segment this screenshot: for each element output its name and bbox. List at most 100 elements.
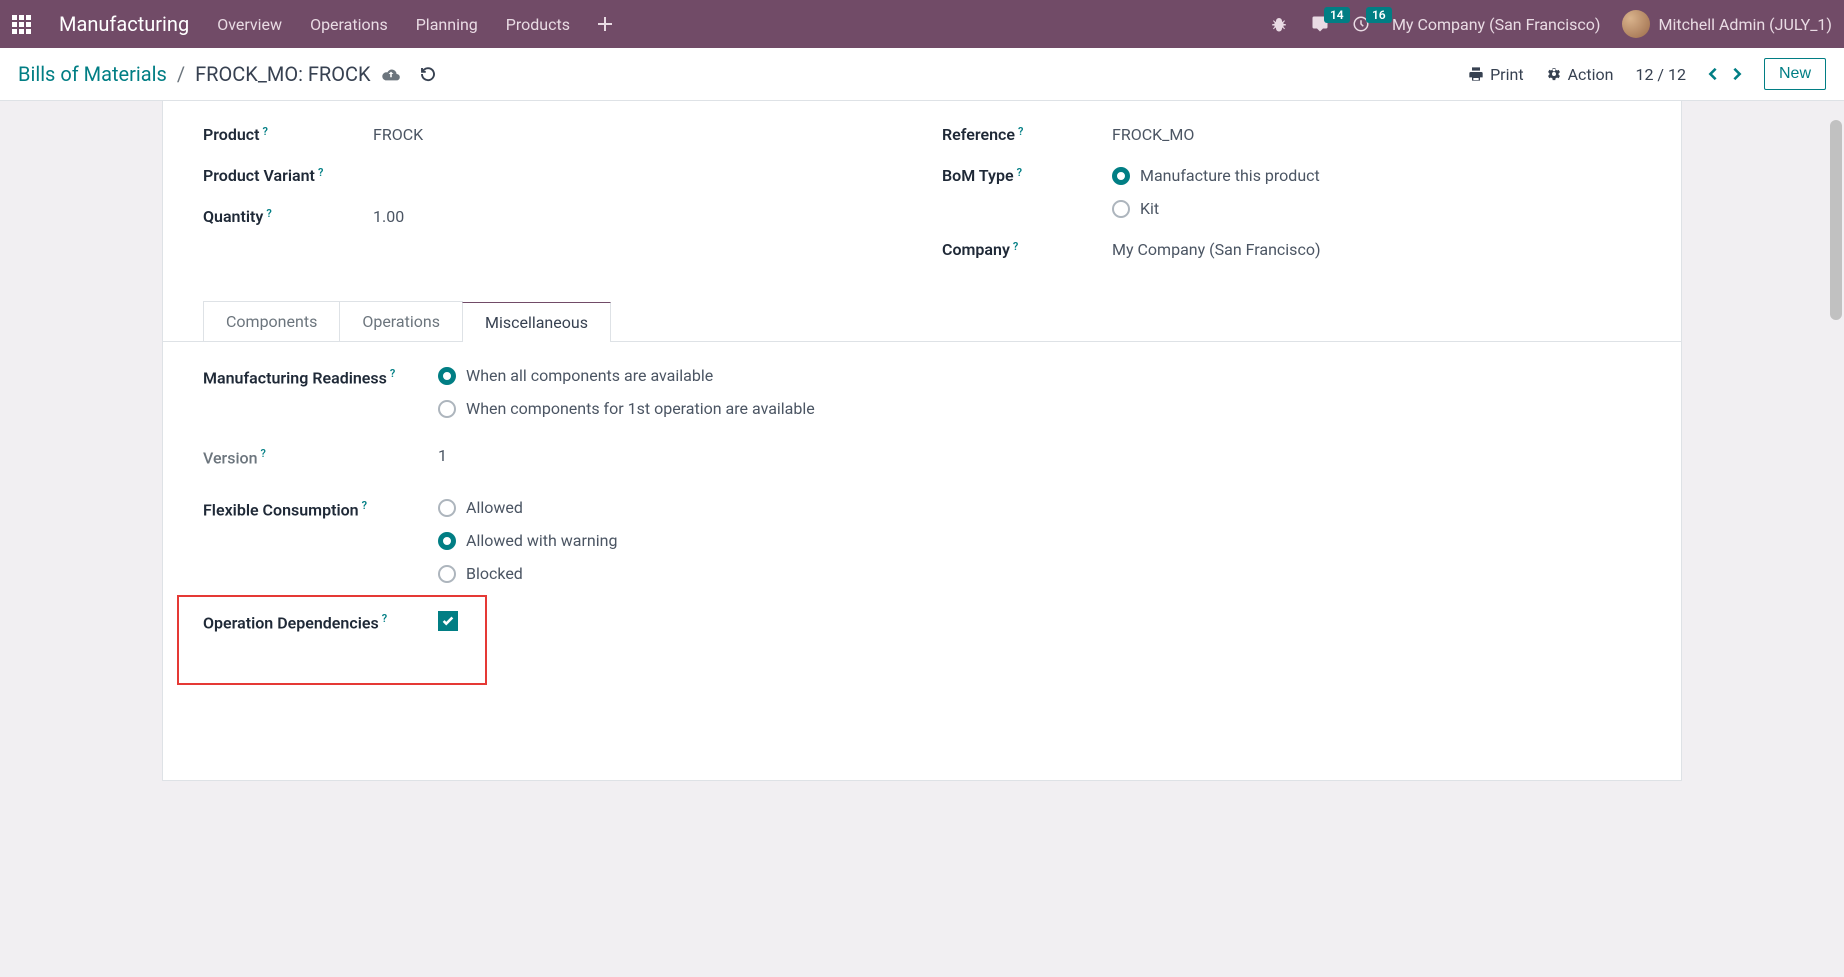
control-panel-right: Print Action 12 / 12 New bbox=[1468, 58, 1826, 90]
pager-prev-icon[interactable] bbox=[1708, 67, 1718, 81]
help-icon[interactable]: ? bbox=[1018, 125, 1023, 138]
print-label: Print bbox=[1490, 65, 1523, 84]
help-icon[interactable]: ? bbox=[382, 612, 387, 625]
field-product-variant: Product Variant? bbox=[203, 166, 902, 185]
radio-flex-blocked[interactable]: Blocked bbox=[438, 564, 963, 583]
nav-operations[interactable]: Operations bbox=[310, 15, 388, 34]
form-left-column: Product? FROCK Product Variant? Quantity… bbox=[203, 125, 902, 281]
user-name: Mitchell Admin (JULY_1) bbox=[1658, 15, 1832, 34]
tab-miscellaneous[interactable]: Miscellaneous bbox=[462, 302, 611, 342]
field-product: Product? FROCK bbox=[203, 125, 902, 144]
scrollbar-thumb[interactable] bbox=[1830, 120, 1842, 320]
flex-radio-group: Allowed Allowed with warning Blocked bbox=[438, 498, 963, 583]
messages-icon[interactable]: 14 bbox=[1310, 15, 1330, 33]
value-op-deps bbox=[438, 611, 963, 632]
help-icon[interactable]: ? bbox=[390, 367, 395, 380]
breadcrumb-separator: / bbox=[177, 62, 185, 86]
bom-type-radio-group: Manufacture this product Kit bbox=[1112, 166, 1320, 218]
activities-badge: 16 bbox=[1366, 7, 1392, 23]
action-button[interactable]: Action bbox=[1546, 65, 1614, 84]
label-quantity: Quantity? bbox=[203, 207, 373, 226]
op-deps-checkbox[interactable] bbox=[438, 611, 458, 631]
pager-next-icon[interactable] bbox=[1732, 67, 1742, 81]
value-product[interactable]: FROCK bbox=[373, 125, 423, 144]
tab-components[interactable]: Components bbox=[203, 301, 340, 341]
radio-icon bbox=[438, 499, 456, 517]
radio-flex-warning[interactable]: Allowed with warning bbox=[438, 531, 963, 550]
tab-operations[interactable]: Operations bbox=[339, 301, 463, 341]
radio-icon bbox=[438, 400, 456, 418]
help-icon[interactable]: ? bbox=[266, 207, 271, 220]
add-menu-icon[interactable] bbox=[598, 17, 612, 31]
field-flex-consumption: Flexible Consumption? Allowed Allowed wi… bbox=[203, 498, 963, 583]
breadcrumb-current: FROCK_MO: FROCK bbox=[195, 62, 370, 86]
help-icon[interactable]: ? bbox=[1013, 240, 1018, 253]
help-icon[interactable]: ? bbox=[263, 125, 268, 138]
sheet-wrapper: Product? FROCK Product Variant? Quantity… bbox=[162, 101, 1682, 781]
readiness-radio-group: When all components are available When c… bbox=[438, 366, 963, 418]
breadcrumb-status-icons bbox=[381, 65, 437, 83]
help-icon[interactable]: ? bbox=[318, 166, 323, 179]
radio-icon bbox=[1112, 200, 1130, 218]
action-label: Action bbox=[1568, 65, 1614, 84]
pager-count[interactable]: 12 / 12 bbox=[1635, 65, 1686, 84]
messages-badge: 14 bbox=[1324, 7, 1350, 23]
new-button[interactable]: New bbox=[1764, 58, 1826, 90]
label-product: Product? bbox=[203, 125, 373, 144]
radio-manufacture[interactable]: Manufacture this product bbox=[1112, 166, 1320, 185]
nav-planning[interactable]: Planning bbox=[416, 15, 478, 34]
value-quantity[interactable]: 1.00 bbox=[373, 207, 404, 226]
radio-label-warning: Allowed with warning bbox=[466, 531, 617, 550]
radio-flex-allowed[interactable]: Allowed bbox=[438, 498, 963, 517]
discard-icon[interactable] bbox=[419, 65, 437, 83]
label-op-deps: Operation Dependencies? bbox=[203, 611, 438, 635]
value-company[interactable]: My Company (San Francisco) bbox=[1112, 240, 1321, 259]
nav-overview[interactable]: Overview bbox=[217, 15, 282, 34]
avatar-icon bbox=[1622, 10, 1650, 38]
apps-icon[interactable] bbox=[12, 15, 31, 34]
field-mfg-readiness: Manufacturing Readiness? When all compon… bbox=[203, 366, 963, 418]
tab-content-miscellaneous: Manufacturing Readiness? When all compon… bbox=[203, 366, 963, 636]
radio-icon bbox=[438, 532, 456, 550]
form-sheet: Product? FROCK Product Variant? Quantity… bbox=[162, 101, 1682, 781]
value-reference[interactable]: FROCK_MO bbox=[1112, 125, 1194, 144]
help-icon[interactable]: ? bbox=[362, 499, 367, 512]
field-company: Company? My Company (San Francisco) bbox=[942, 240, 1641, 259]
app-brand[interactable]: Manufacturing bbox=[59, 12, 189, 36]
topbar-right: 14 16 My Company (San Francisco) Mitchel… bbox=[1270, 10, 1832, 38]
radio-label-blocked: Blocked bbox=[466, 564, 523, 583]
field-version: Version? 1 bbox=[203, 446, 963, 470]
activities-icon[interactable]: 16 bbox=[1352, 15, 1370, 33]
radio-label-allowed: Allowed bbox=[466, 498, 523, 517]
radio-label-first: When components for 1st operation are av… bbox=[466, 399, 815, 418]
radio-label-kit: Kit bbox=[1140, 199, 1159, 218]
label-reference: Reference? bbox=[942, 125, 1112, 144]
label-product-variant: Product Variant? bbox=[203, 166, 373, 185]
radio-readiness-all[interactable]: When all components are available bbox=[438, 366, 963, 385]
label-version: Version? bbox=[203, 446, 438, 470]
label-flex-consumption: Flexible Consumption? bbox=[203, 498, 438, 522]
control-panel: Bills of Materials / FROCK_MO: FROCK Pri… bbox=[0, 48, 1844, 101]
topbar-left: Manufacturing Overview Operations Planni… bbox=[12, 12, 612, 36]
field-reference: Reference? FROCK_MO bbox=[942, 125, 1641, 144]
radio-label-manufacture: Manufacture this product bbox=[1140, 166, 1320, 185]
form-top-section: Product? FROCK Product Variant? Quantity… bbox=[203, 125, 1641, 281]
user-menu[interactable]: Mitchell Admin (JULY_1) bbox=[1622, 10, 1832, 38]
label-mfg-readiness: Manufacturing Readiness? bbox=[203, 366, 438, 390]
print-button[interactable]: Print bbox=[1468, 65, 1523, 84]
company-switcher[interactable]: My Company (San Francisco) bbox=[1392, 15, 1601, 34]
radio-kit[interactable]: Kit bbox=[1112, 199, 1320, 218]
breadcrumb: Bills of Materials / FROCK_MO: FROCK bbox=[18, 62, 437, 86]
pager-arrows bbox=[1708, 67, 1742, 81]
radio-label-all: When all components are available bbox=[466, 366, 713, 385]
help-icon[interactable]: ? bbox=[261, 447, 266, 460]
help-icon[interactable]: ? bbox=[1017, 166, 1022, 179]
breadcrumb-root[interactable]: Bills of Materials bbox=[18, 62, 167, 86]
annotation-highlight-box bbox=[177, 595, 487, 685]
nav-products[interactable]: Products bbox=[506, 15, 570, 34]
field-op-dependencies: Operation Dependencies? bbox=[203, 611, 963, 635]
cloud-upload-icon[interactable] bbox=[381, 66, 401, 82]
notebook-tabs: Components Operations Miscellaneous bbox=[163, 301, 1681, 342]
bug-icon[interactable] bbox=[1270, 15, 1288, 33]
radio-readiness-first[interactable]: When components for 1st operation are av… bbox=[438, 399, 818, 418]
